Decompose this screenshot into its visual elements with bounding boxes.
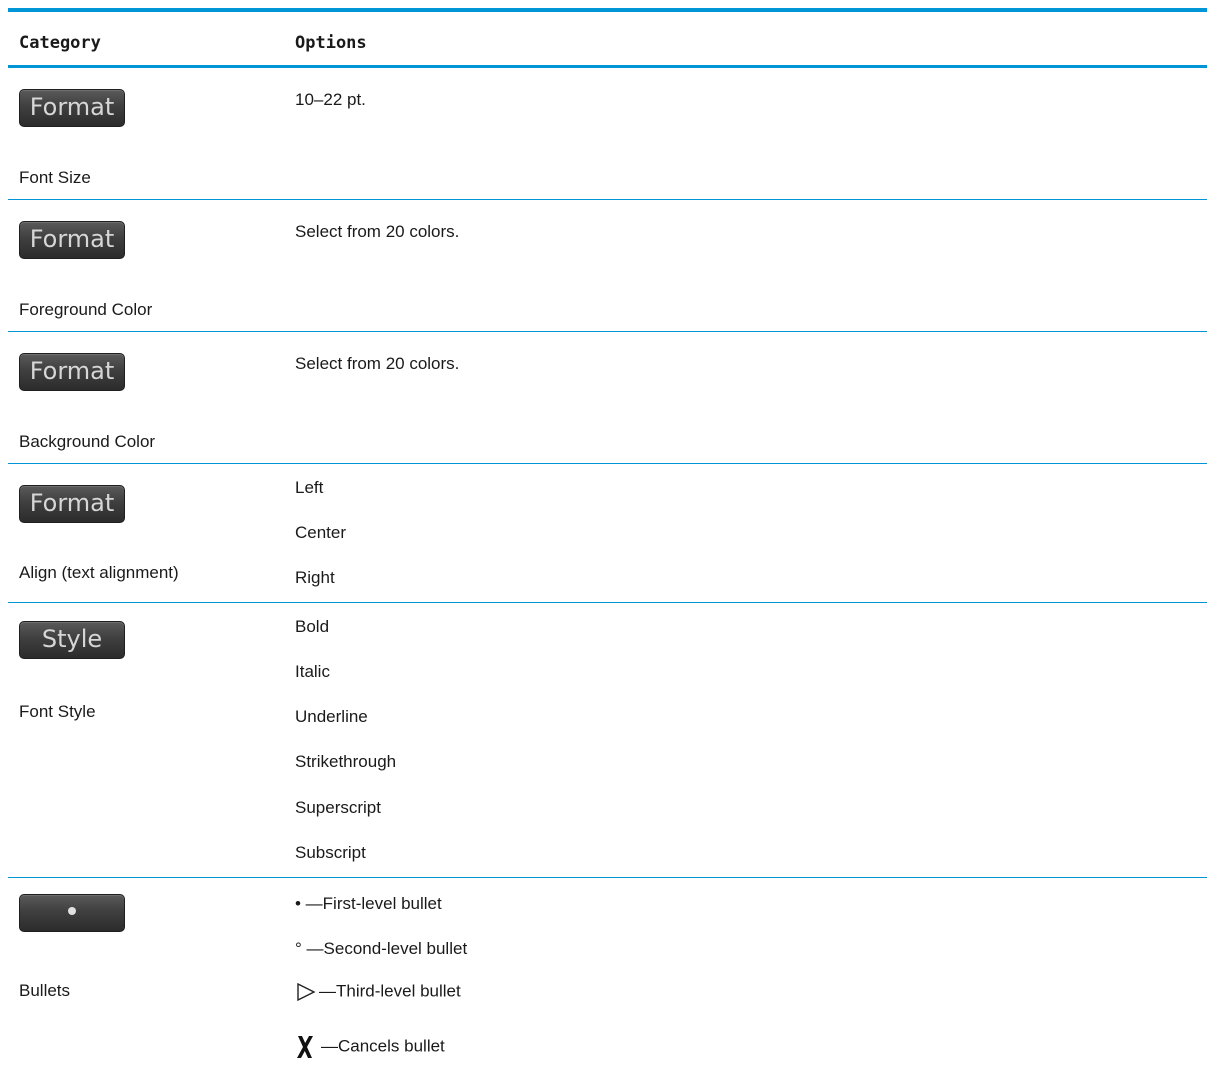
format-softkey[interactable]: Format <box>19 89 125 127</box>
row-label: Foreground Color <box>19 300 153 319</box>
table-row: Format Align (text alignment) Left Cente… <box>8 464 1207 603</box>
option-text: Select from 20 colors. <box>295 354 460 373</box>
option-bold: Bold <box>295 617 330 636</box>
row-label: Font Style <box>19 702 96 721</box>
option-superscript: Superscript <box>295 798 381 817</box>
row-label: Font Size <box>19 168 91 187</box>
format-softkey[interactable]: Format <box>19 221 125 259</box>
x-mark-icon <box>297 1036 313 1058</box>
table-row: Format Background Color Select from 20 c… <box>8 332 1207 464</box>
table-row: Format Foreground Color Select from 20 c… <box>8 200 1207 332</box>
style-softkey[interactable]: Style <box>19 621 125 659</box>
option-strikethrough: Strikethrough <box>295 752 397 771</box>
triangle-icon <box>297 982 316 1002</box>
option-cancel-bullet: —Cancels bullet <box>295 1034 445 1060</box>
option-underline: Underline <box>295 707 368 726</box>
option-text: 10–22 pt. <box>295 90 366 109</box>
third-level-text: —Third-level bullet <box>319 981 461 1001</box>
option-italic: Italic <box>295 662 330 681</box>
format-softkey[interactable]: Format <box>19 485 125 523</box>
option-second-level: ° —Second-level bullet <box>295 939 468 958</box>
bullet-softkey[interactable] <box>19 894 125 932</box>
options-table: Category Options Format Font Size 10–22 … <box>8 8 1207 1078</box>
header-options: Options <box>295 33 367 53</box>
format-softkey[interactable]: Format <box>19 353 125 391</box>
table-row: Format Font Size 10–22 pt. <box>8 68 1207 200</box>
option-third-level: —Third-level bullet <box>295 981 461 1003</box>
table-header: Category Options <box>8 12 1207 68</box>
row-label: Background Color <box>19 432 156 451</box>
option-subscript: Subscript <box>295 843 366 862</box>
cancel-bullet-text: —Cancels bullet <box>321 1036 445 1056</box>
table-row: Style Font Style Bold Italic Underline S… <box>8 603 1207 878</box>
row-label: Bullets <box>19 981 71 1000</box>
row-label: Align (text alignment) <box>19 563 179 582</box>
option-text: Select from 20 colors. <box>295 222 460 241</box>
bullet-dot-icon <box>68 907 76 915</box>
option-center: Center <box>295 523 347 542</box>
table-row: Bullets • —First-level bullet ° —Second-… <box>8 878 1207 1078</box>
option-first-level: • —First-level bullet <box>295 894 442 913</box>
header-category: Category <box>19 33 101 53</box>
option-right: Right <box>295 568 335 587</box>
option-left: Left <box>295 478 324 497</box>
